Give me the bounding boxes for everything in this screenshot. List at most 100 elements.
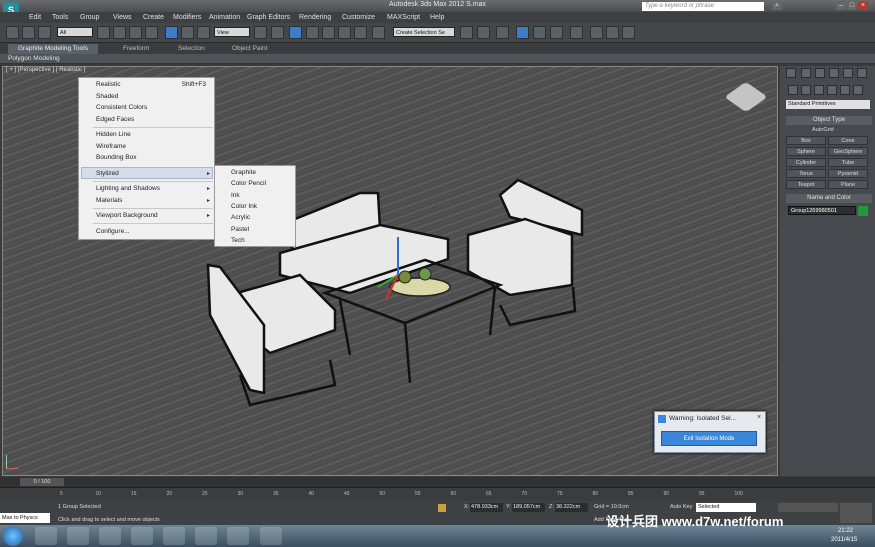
select-by-name-icon[interactable]	[113, 26, 126, 39]
search-icon[interactable]: ⌕	[772, 1, 782, 10]
tab-freeform[interactable]: Freeform	[123, 44, 149, 54]
named-selection-sets-dropdown[interactable]: Create Selection Se	[393, 27, 455, 37]
menu-animation[interactable]: Animation	[209, 12, 240, 23]
menu-item-stylized[interactable]: Stylized	[96, 170, 119, 177]
submenu-item-color-ink[interactable]: Color Ink	[231, 203, 257, 210]
object-type-rollout[interactable]: Object Type	[786, 116, 872, 125]
geometry-icon[interactable]	[788, 85, 798, 95]
schematic-view-icon[interactable]	[550, 26, 563, 39]
curve-editor-icon[interactable]	[533, 26, 546, 39]
hierarchy-tab-icon[interactable]	[815, 68, 825, 78]
render-setup-icon[interactable]	[590, 26, 603, 39]
manipulate-icon[interactable]	[271, 26, 284, 39]
snaps-toggle-icon[interactable]	[306, 26, 319, 39]
object-color-swatch[interactable]	[858, 206, 868, 216]
time-slider[interactable]	[0, 477, 875, 487]
menu-views[interactable]: Views	[113, 12, 132, 23]
edit-named-selection-icon[interactable]	[372, 26, 385, 39]
x-coordinate-field[interactable]: 478.933cm	[470, 503, 503, 512]
search-input[interactable]: Type a keyword or phrase	[642, 2, 764, 11]
reference-coordinate-dropdown[interactable]: View	[214, 27, 250, 37]
render-production-icon[interactable]	[622, 26, 635, 39]
media-player-icon[interactable]	[67, 527, 89, 545]
select-and-scale-icon[interactable]	[197, 26, 210, 39]
browser-icon[interactable]	[99, 527, 121, 545]
modify-tab-icon[interactable]	[801, 68, 811, 78]
menu-create[interactable]: Create	[143, 12, 164, 23]
menu-edit[interactable]: Edit	[29, 12, 41, 23]
submenu-item-tech[interactable]: Tech	[231, 237, 245, 244]
submenu-item-ink[interactable]: Ink	[231, 192, 240, 199]
pyramid-button[interactable]: Pyramid	[828, 169, 868, 178]
tab-object-paint[interactable]: Object Paint	[232, 44, 267, 54]
create-tab-icon[interactable]	[786, 68, 796, 78]
window-crossing-icon[interactable]	[145, 26, 158, 39]
menu-maxscript[interactable]: MAXScript	[387, 12, 420, 23]
clock-date[interactable]: 2011/4/15	[831, 537, 857, 543]
tab-graphite-modeling-tools[interactable]: Graphite Modeling Tools	[8, 44, 98, 54]
category-dropdown[interactable]: Standard Primitives	[786, 100, 870, 109]
maximize-button[interactable]: □	[847, 1, 857, 10]
time-slider-handle[interactable]: 0 / 100	[20, 478, 64, 486]
flash-icon[interactable]	[131, 527, 153, 545]
bind-space-warp-icon[interactable]	[38, 26, 51, 39]
3dsmax-taskbar-icon[interactable]	[163, 527, 185, 545]
submenu-item-pastel[interactable]: Pastel	[231, 226, 249, 233]
menu-rendering[interactable]: Rendering	[299, 12, 331, 23]
name-and-color-rollout[interactable]: Name and Color	[786, 194, 872, 203]
menu-customize[interactable]: Customize	[342, 12, 375, 23]
torus-button[interactable]: Torus	[786, 169, 826, 178]
viewport-navigation-controls[interactable]	[840, 503, 872, 523]
submenu-item-color-pencil[interactable]: Color Pencil	[231, 180, 266, 187]
unlink-icon[interactable]	[22, 26, 35, 39]
cameras-icon[interactable]	[827, 85, 837, 95]
viewport-label[interactable]: [ + ] [Perspective ] [ Realistic ]	[6, 67, 85, 73]
exit-isolation-mode-button[interactable]: Exit Isolation Mode	[661, 431, 757, 446]
cylinder-button[interactable]: Cylinder	[786, 158, 826, 167]
teapot-button[interactable]: Teapot	[786, 180, 826, 189]
qq-icon[interactable]	[195, 527, 217, 545]
cone-button[interactable]: Cone	[828, 136, 868, 145]
plane-button[interactable]: Plane	[828, 180, 868, 189]
material-editor-icon[interactable]	[570, 26, 583, 39]
box-button[interactable]: Box	[786, 136, 826, 145]
y-coordinate-field[interactable]: 189.057cm	[512, 503, 545, 512]
spinner-snap-icon[interactable]	[354, 26, 367, 39]
3dsmax-active-icon[interactable]	[260, 527, 282, 545]
object-name-field[interactable]: Group1269980501	[788, 206, 856, 215]
menu-item-lighting-and-shadows[interactable]: Lighting and Shadows	[96, 185, 160, 192]
rendered-frame-window-icon[interactable]	[606, 26, 619, 39]
helpers-icon[interactable]	[840, 85, 850, 95]
keyboard-shortcut-override-icon[interactable]	[289, 26, 302, 39]
selection-lock-icon[interactable]	[438, 504, 446, 512]
clock-time[interactable]: 21:22	[838, 528, 853, 534]
explorer-icon[interactable]	[35, 527, 57, 545]
motion-tab-icon[interactable]	[829, 68, 839, 78]
selection-filter-dropdown[interactable]: All	[57, 27, 93, 37]
menu-item-wireframe[interactable]: Wireframe	[96, 143, 126, 150]
menu-help[interactable]: Help	[430, 12, 444, 23]
display-tab-icon[interactable]	[843, 68, 853, 78]
tube-button[interactable]: Tube	[828, 158, 868, 167]
submenu-item-acrylic[interactable]: Acrylic	[231, 214, 250, 221]
lights-icon[interactable]	[814, 85, 824, 95]
rectangular-selection-icon[interactable]	[129, 26, 142, 39]
menu-item-consistent-colors[interactable]: Consistent Colors	[96, 104, 147, 111]
minimize-button[interactable]: –	[836, 1, 846, 10]
dialog-close-icon[interactable]: ×	[757, 414, 765, 422]
space-warps-icon[interactable]	[853, 85, 863, 95]
maxscript-listener[interactable]: Max to Physcs	[0, 513, 50, 523]
link-icon[interactable]	[6, 26, 19, 39]
tab-selection[interactable]: Selection	[178, 44, 205, 54]
auto-key-button[interactable]: Auto Key	[670, 504, 692, 510]
autogrid-checkbox[interactable]: AutoGrid	[812, 127, 834, 133]
playback-controls[interactable]	[778, 503, 838, 512]
mirror-icon[interactable]	[460, 26, 473, 39]
menu-item-configure[interactable]: Configure...	[96, 228, 130, 235]
percent-snap-icon[interactable]	[338, 26, 351, 39]
layer-manager-icon[interactable]	[496, 26, 509, 39]
sphere-button[interactable]: Sphere	[786, 147, 826, 156]
menu-item-realistic[interactable]: Realistic	[96, 81, 121, 88]
menu-item-bounding-box[interactable]: Bounding Box	[96, 154, 136, 161]
menu-modifiers[interactable]: Modifiers	[173, 12, 201, 23]
